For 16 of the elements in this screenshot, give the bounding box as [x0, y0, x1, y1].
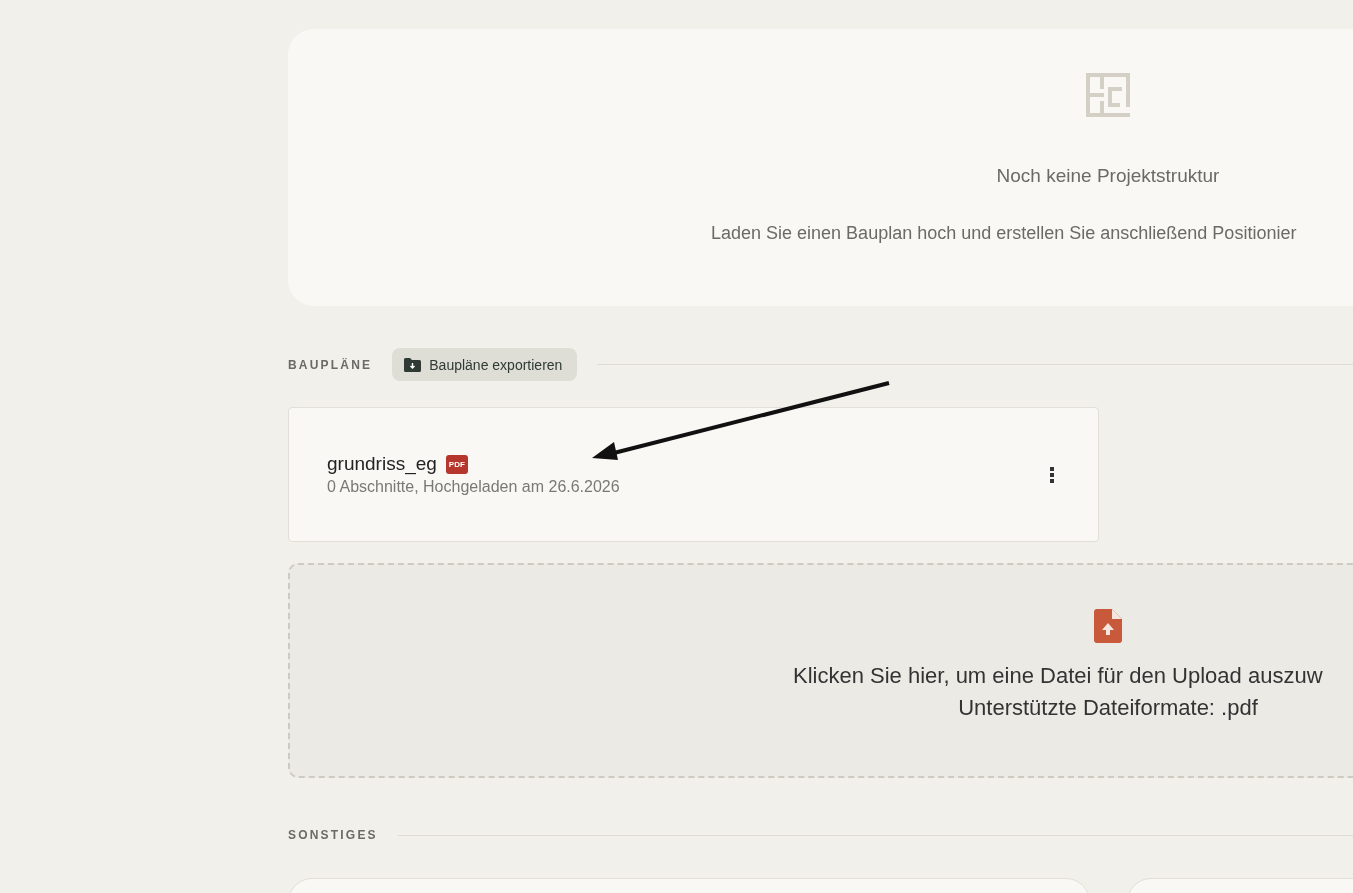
floor-plan-icon	[1086, 73, 1130, 117]
section-heading: SONSTIGES	[288, 828, 378, 842]
export-button[interactable]: Baupläne exportieren	[392, 348, 578, 381]
file-card[interactable]: grundriss_eg PDF 0 Abschnitte, Hochgeladen am 26.6.2026	[288, 407, 1099, 542]
upload-instruction: Klicken Sie hier, um eine Datei für den Upload auszuw	[793, 663, 1324, 689]
supported-formats: Unterstützte Dateiformate: .pdf	[958, 695, 1258, 721]
empty-state-title: Noch keine Projektstruktur	[996, 165, 1220, 187]
upload-dropzone[interactable]: Klicken Sie hier, um eine Datei für den Upload auszuw Unterstützte Dateiformate: .pdf	[288, 563, 1353, 778]
folder-download-icon	[404, 357, 422, 372]
more-options-icon[interactable]	[1050, 466, 1054, 483]
file-upload-icon	[1094, 609, 1122, 643]
section-heading: BAUPLÄNE	[288, 357, 373, 372]
file-type-badge: PDF	[445, 454, 468, 474]
file-name: grundriss_eg	[327, 453, 437, 475]
empty-state-description: Laden Sie einen Bauplan hoch und erstellen Sie anschließend Positionier	[711, 223, 1298, 244]
file-meta: 0 Abschnitte, Hochgeladen am 26.6.2026	[327, 478, 621, 496]
